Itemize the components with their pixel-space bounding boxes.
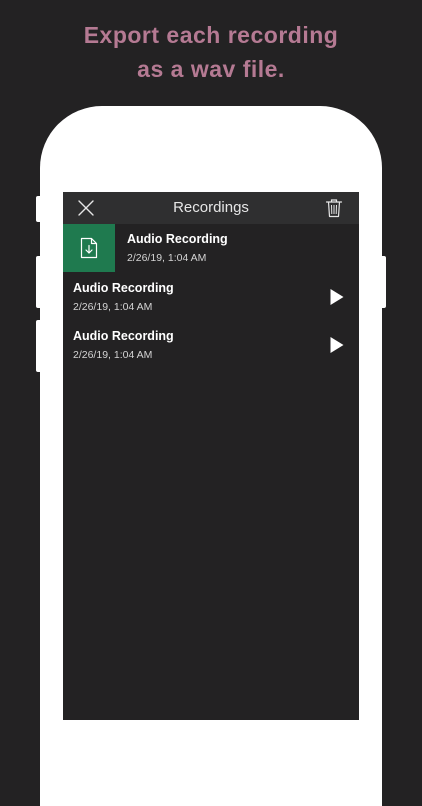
recording-title: Audio Recording — [127, 232, 228, 246]
nav-title: Recordings — [63, 192, 359, 224]
phone-volume-down-button — [36, 320, 40, 372]
app-screen: Recordings — [63, 192, 359, 720]
export-wav-button[interactable] — [63, 224, 115, 272]
recording-row[interactable]: Audio Recording 2/26/19, 1:04 AM — [63, 321, 359, 369]
phone-volume-up-button — [36, 256, 40, 308]
close-button[interactable] — [77, 199, 95, 217]
recording-date: 2/26/19, 1:04 AM — [127, 252, 206, 264]
trash-icon — [325, 198, 343, 218]
play-icon — [329, 288, 345, 306]
play-button[interactable] — [329, 288, 345, 306]
headline-line-2: as a wav file. — [0, 52, 422, 86]
play-icon — [329, 336, 345, 354]
recording-title: Audio Recording — [73, 281, 174, 295]
recording-row[interactable]: Audio Recording 2/26/19, 1:04 AM — [63, 273, 359, 321]
recording-row[interactable]: Audio Recording 2/26/19, 1:04 AM — [63, 224, 359, 272]
recording-date: 2/26/19, 1:04 AM — [73, 349, 152, 361]
navigation-bar: Recordings — [63, 192, 359, 224]
phone-power-button — [382, 256, 386, 308]
close-icon — [77, 199, 95, 217]
recording-title: Audio Recording — [73, 329, 174, 343]
delete-all-button[interactable] — [325, 198, 343, 218]
recording-date: 2/26/19, 1:04 AM — [73, 301, 152, 313]
export-file-icon — [80, 237, 98, 259]
promo-headline: Export each recording as a wav file. — [0, 18, 422, 86]
phone-silent-switch — [36, 196, 40, 222]
headline-line-1: Export each recording — [0, 18, 422, 52]
play-button[interactable] — [329, 336, 345, 354]
